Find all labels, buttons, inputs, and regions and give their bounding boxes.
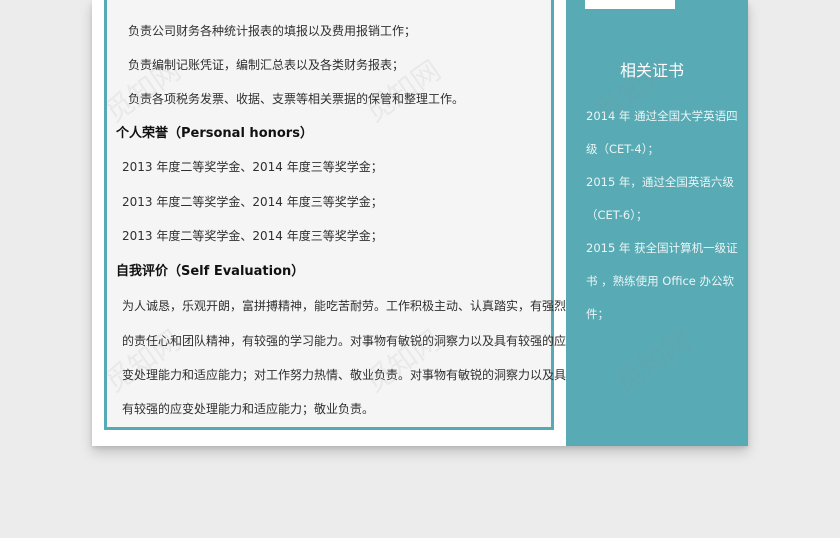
evaluation-heading: 自我评价（Self Evaluation）	[116, 264, 305, 279]
certificate-line: 2015 年，通过全国英语六级	[586, 175, 734, 189]
evaluation-line: 有较强的应变处理能力和适应能力；敬业负责。	[122, 402, 375, 416]
certificate-line: 级（CET-4）；	[586, 142, 659, 156]
evaluation-line: 的责任心和团队精神，有较强的学习能力。对事物有敏锐的洞察力以及具有较强的应	[122, 334, 567, 348]
certificate-line: 2014 年 通过全国大学英语四	[586, 109, 738, 123]
certificate-line: 书 ，熟练使用 Office 办公软	[586, 274, 735, 288]
certificates-title: 相关证书	[619, 61, 684, 80]
evaluation-line: 为人诚恳，乐观开朗，富拼搏精神，能吃苦耐劳。工作积极主动、认真踏实，有强烈	[122, 299, 567, 313]
certificate-line: （CET-6）；	[586, 208, 648, 222]
certificate-line: 件；	[586, 307, 609, 321]
honor-item: 2013 年度二等奖学金、2014 年度三等奖学金；	[122, 229, 383, 243]
honors-heading: 个人荣誉（Personal honors）	[116, 126, 313, 141]
honor-item: 2013 年度二等奖学金、2014 年度三等奖学金；	[122, 160, 383, 174]
work-item: 负责各项税务发票、收据、支票等相关票据的保管和整理工作。	[128, 92, 465, 106]
work-item: 负责公司财务各种统计报表的填报以及费用报销工作；	[128, 24, 417, 38]
work-item: 负责编制记账凭证，编制汇总表以及各类财务报表；	[128, 58, 405, 72]
evaluation-line: 变处理能力和适应能力；对工作努力热情、敬业负责。对事物有敏锐的洞察力以及具	[122, 368, 567, 382]
certificate-line: 2015 年 获全国计算机一级证	[586, 241, 738, 255]
photo-frame	[585, 0, 675, 9]
honor-item: 2013 年度二等奖学金、2014 年度三等奖学金；	[122, 195, 383, 209]
